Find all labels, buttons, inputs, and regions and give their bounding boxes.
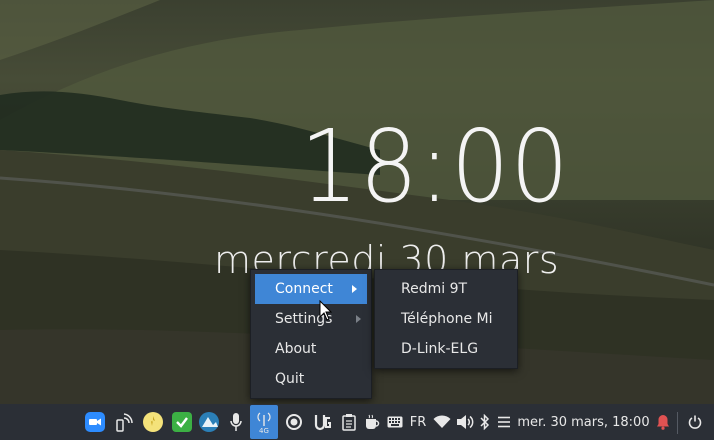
- green-check-icon[interactable]: [171, 404, 193, 440]
- wifi-icon[interactable]: [433, 404, 451, 440]
- menu-item-about[interactable]: About: [251, 334, 371, 364]
- menu-item-label: About: [275, 341, 317, 357]
- bluetooth-icon[interactable]: [478, 404, 492, 440]
- menu-icon[interactable]: [496, 404, 512, 440]
- kdeconnect-icon[interactable]: [114, 404, 134, 440]
- taskbar-separator: [677, 412, 678, 434]
- submenu-item-redmi[interactable]: Redmi 9T: [375, 274, 517, 304]
- keyboard-icon[interactable]: [386, 404, 404, 440]
- submenu-item-telephone-mi[interactable]: Téléphone Mi: [375, 304, 517, 334]
- taskbar: 4G FR mer. 30 mars, 18:00: [0, 404, 714, 440]
- submenu-arrow-icon: [356, 315, 361, 323]
- submenu-item-label: Redmi 9T: [401, 281, 468, 297]
- coffee-icon[interactable]: [364, 404, 382, 440]
- submenu-item-label: D-Link-ELG: [401, 341, 479, 357]
- menu-item-label: Quit: [275, 371, 305, 387]
- taskbar-datetime[interactable]: mer. 30 mars, 18:00: [515, 404, 652, 440]
- clipboard-icon[interactable]: [341, 404, 357, 440]
- record-icon[interactable]: [285, 404, 303, 440]
- modem-4g-icon[interactable]: 4G: [250, 405, 278, 439]
- microphone-icon[interactable]: [228, 404, 244, 440]
- tray-context-menu: Connect Settings About Quit: [250, 269, 372, 399]
- submenu-item-label: Téléphone Mi: [401, 311, 493, 327]
- power-icon[interactable]: [685, 404, 705, 440]
- connect-submenu: Redmi 9T Téléphone Mi D-Link-ELG: [374, 269, 518, 369]
- bell-icon[interactable]: [655, 404, 671, 440]
- mouse-cursor-icon: [319, 300, 333, 321]
- keyboard-layout[interactable]: FR: [408, 404, 428, 440]
- lockscreen-clock-time: 18:00: [300, 108, 570, 225]
- ug-app-icon[interactable]: [313, 404, 333, 440]
- menu-item-label: Connect: [275, 281, 333, 297]
- modem-label: 4G: [259, 427, 269, 435]
- menu-item-quit[interactable]: Quit: [251, 364, 371, 394]
- menu-item-settings[interactable]: Settings: [251, 304, 371, 334]
- submenu-item-dlink[interactable]: D-Link-ELG: [375, 334, 517, 364]
- yellow-app-icon[interactable]: [142, 404, 164, 440]
- submenu-arrow-icon: [352, 285, 357, 293]
- menu-item-connect[interactable]: Connect: [255, 274, 367, 304]
- zoom-icon[interactable]: [84, 404, 106, 440]
- volume-icon[interactable]: [456, 404, 474, 440]
- teal-app-icon[interactable]: [198, 404, 220, 440]
